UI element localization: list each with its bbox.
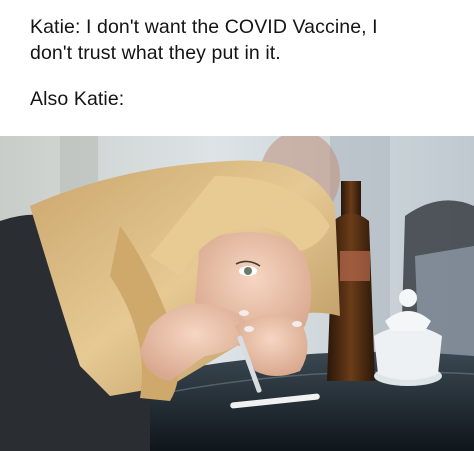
caption-line-2: don't trust what they put in it. <box>30 42 281 64</box>
caption-line-3: Also Katie: <box>30 88 125 110</box>
photo-illustration <box>0 136 474 451</box>
caption-line-1: Katie: I don't want the COVID Vaccine, I <box>30 16 378 38</box>
meme: Katie: I don't want the COVID Vaccine, I… <box>0 0 474 451</box>
meme-photo <box>0 136 474 451</box>
caption-panel: Katie: I don't want the COVID Vaccine, I… <box>0 0 474 136</box>
